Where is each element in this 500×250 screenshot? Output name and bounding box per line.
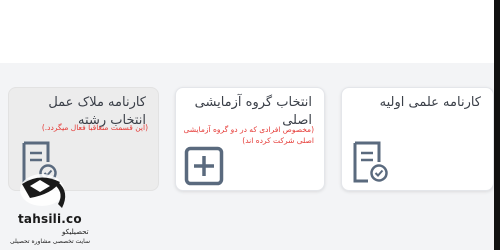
brand-name: tahsili.co	[18, 212, 82, 226]
add-box-icon	[184, 146, 224, 186]
card-note: (این قسمت متعاقبا فعال میگردد.)	[41, 123, 148, 132]
brand-subtitle: سایت تخصصی مشاوره تحصیلی	[10, 238, 90, 245]
card-select-main-group[interactable]: انتخاب گروه آزمایشی اصلی (مخصوص افرادی ک…	[175, 87, 325, 191]
card-note: (مخصوص افرادی که در دو گروه آزمایشی اصلی…	[183, 125, 314, 145]
brand-name-fa: تحصیلیکو	[62, 228, 89, 236]
top-bar	[0, 0, 494, 63]
card-initial-report[interactable]: کارنامه علمی اولیه	[341, 87, 494, 191]
card-title: کارنامه علمی اولیه	[379, 95, 481, 110]
certificate-icon	[353, 141, 388, 183]
